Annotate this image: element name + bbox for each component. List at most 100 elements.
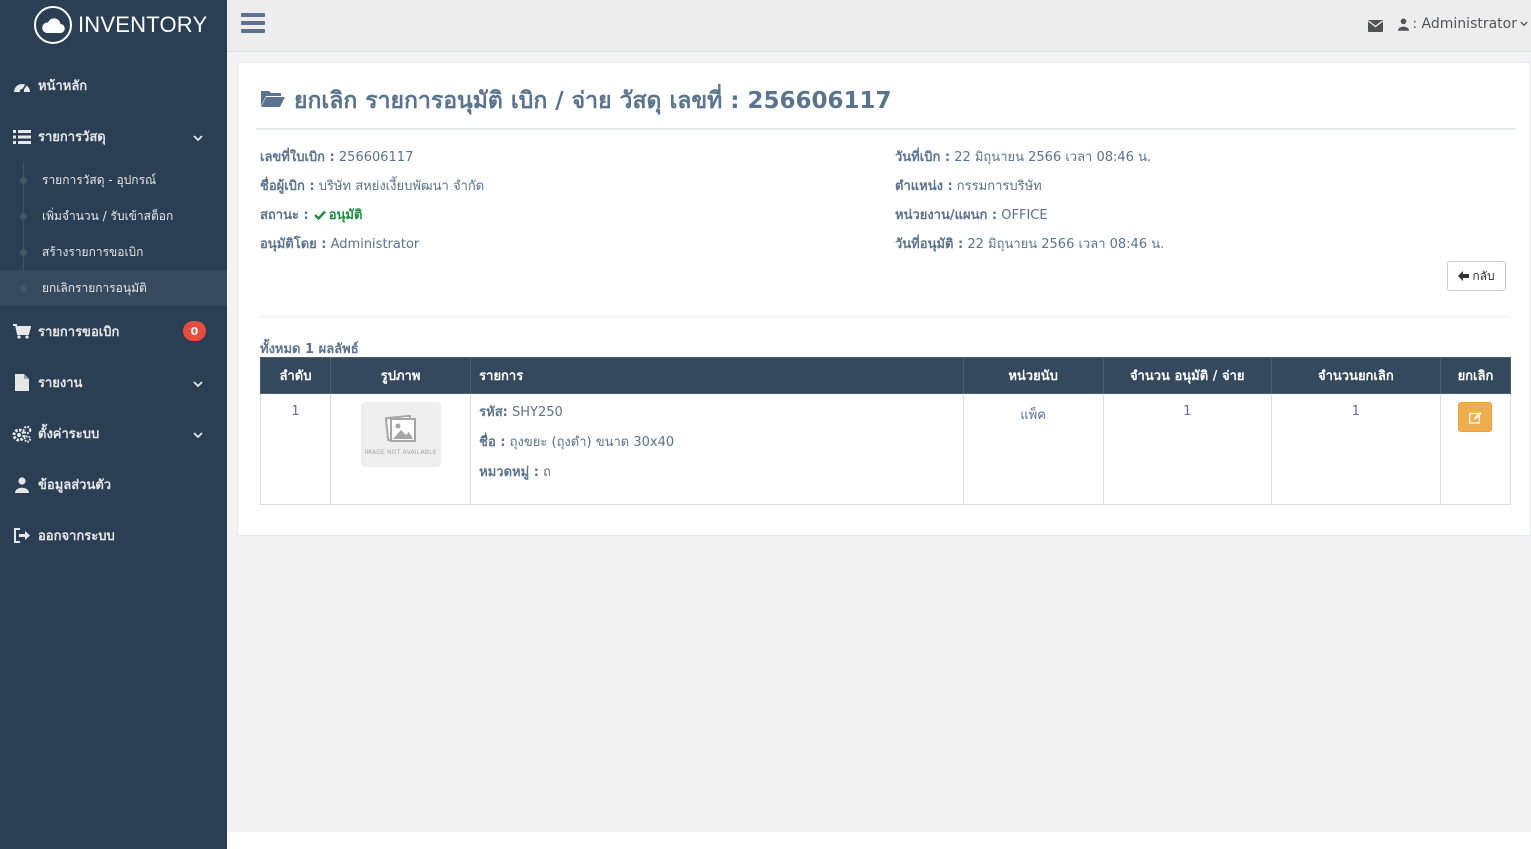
items-table: ลำดับ รูปภาพ รายการ หน่วยนับ จำนวน อนุมั… [259, 357, 1512, 505]
submenu-item-add-stock[interactable]: เพิ่มจำนวน / รับเข้าสต็อก [0, 198, 227, 234]
brand-name: INVENTORY [78, 12, 208, 37]
sign-out-icon [12, 526, 32, 546]
chevron-down-icon [193, 428, 203, 443]
submenu-item-label: ยกเลิกรายการอนุมัติ [42, 280, 147, 295]
chevron-down-icon [1520, 21, 1528, 27]
file-icon [12, 373, 32, 393]
brand[interactable]: INVENTORY [0, 0, 227, 50]
sidebar-item-reports[interactable]: รายงาน [0, 357, 227, 408]
col-header-cancel: ยกเลิก [1439, 357, 1512, 394]
approve-date-label: วันที่อนุมัติ : [895, 237, 964, 252]
item-image-placeholder: IMAGE NOT AVAILABLE [360, 402, 441, 467]
item-name: ชื่อ : ถุงขยะ (ถุงดำ) ขนาด 30x40 [479, 434, 954, 464]
col-header-unit: หน่วยนับ [962, 357, 1104, 394]
submenu-item-label: รายการวัสดุ - อุปกรณ์ [42, 172, 157, 187]
user-icon [1398, 18, 1410, 31]
dashboard-icon [12, 76, 32, 96]
sidebar-item-settings[interactable]: ตั้งค่าระบบ [0, 408, 227, 459]
folder-open-icon [260, 88, 286, 114]
sidebar-item-profile[interactable]: ข้อมูลส่วนตัว [0, 459, 227, 510]
footer [227, 832, 1531, 849]
requester-label: ชื่อผู้เบิก : [260, 179, 315, 194]
section-divider [260, 316, 1510, 317]
sidebar-item-label: รายการวัสดุ [38, 130, 106, 145]
edit-icon [1469, 411, 1482, 424]
sidebar-item-label: ออกจากระบบ [38, 529, 115, 544]
page-title-text: ยกเลิก รายการอนุมัติ เบิก / จ่าย วัสดุ เ… [294, 88, 892, 114]
page-title: ยกเลิก รายการอนุมัติ เบิก / จ่าย วัสดุ เ… [260, 83, 892, 119]
col-header-image: รูปภาพ [330, 357, 472, 394]
request-date: วันที่เบิก : 22 มิถุนายน 2566 เวลา 08:46… [895, 146, 1151, 167]
doc-number: เลขที่ใบเบิก : 256606117 [260, 146, 413, 167]
col-header-no: ลำดับ [259, 357, 332, 394]
item-category: หมวดหมู่ : ถ [479, 464, 954, 494]
image-caption: IMAGE NOT AVAILABLE [364, 449, 437, 456]
user-menu[interactable]: : Administrator [1398, 16, 1528, 32]
approver: อนุมัติโดย : Administrator [260, 233, 419, 254]
image-icon [384, 413, 417, 445]
sidebar-item-materials[interactable]: รายการวัสดุ [0, 111, 227, 162]
chevron-down-icon [193, 131, 203, 146]
item-category-label: หมวดหมู่ : [479, 465, 539, 480]
sidebar-item-label: ตั้งค่าระบบ [38, 427, 100, 442]
status: สถานะ : อนุมัติ [260, 204, 362, 225]
sidebar-item-label: รายงาน [38, 376, 83, 391]
item-name-label: ชื่อ : [479, 435, 506, 450]
requester: ชื่อผู้เบิก : บริษัท สหย่งเงี้ยบพัฒนา จำ… [260, 175, 484, 196]
user-icon [12, 475, 32, 495]
result-count: ทั้งหมด 1 ผลลัพธ์ [260, 342, 359, 357]
col-header-item: รายการ [470, 357, 964, 394]
sidebar-item-home[interactable]: หน้าหลัก [0, 60, 227, 111]
col-header-approved-qty: จำนวน อนุมัติ / จ่าย [1102, 357, 1272, 394]
cell-item-detail: รหัส: SHY250 ชื่อ : ถุงขยะ (ถุงดำ) ขนาด … [470, 393, 964, 505]
cell-cancel-action [1439, 393, 1512, 505]
gears-icon [12, 424, 32, 444]
approve-date: วันที่อนุมัติ : 22 มิถุนายน 2566 เวลา 08… [895, 233, 1164, 254]
sidebar-item-label: ข้อมูลส่วนตัว [38, 478, 112, 493]
arrow-left-icon [1458, 271, 1470, 281]
item-code-label: รหัส: [479, 405, 508, 420]
check-icon [313, 210, 326, 220]
item-code: รหัส: SHY250 [479, 404, 954, 434]
cloud-icon [34, 6, 72, 44]
status-label: สถานะ : [260, 208, 309, 223]
approver-label: อนุมัติโดย : [260, 237, 327, 252]
position: ตำแหน่ง : กรรมการบริษัท [895, 175, 1042, 196]
request-date-label: วันที่เบิก : [895, 150, 951, 165]
chevron-down-icon [193, 377, 203, 392]
cancel-edit-button[interactable] [1458, 402, 1493, 432]
user-name: : Administrator [1412, 16, 1517, 32]
doc-number-label: เลขที่ใบเบิก : [260, 150, 335, 165]
status-value: อนุมัติ [328, 208, 363, 223]
department-label: หน่วยงาน/แผนก : [895, 208, 998, 223]
approve-date-value: 22 มิถุนายน 2566 เวลา 08:46 น. [967, 237, 1165, 252]
submenu-item-materials-equipment[interactable]: รายการวัสดุ - อุปกรณ์ [0, 162, 227, 198]
table-row: 1 IMAGE NOT AVAILABLE รหัส: SHY250 ชื่อ … [259, 393, 1512, 505]
department-value: OFFICE [1001, 208, 1048, 223]
requester-value: บริษัท สหย่งเงี้ยบพัฒนา จำกัด [318, 179, 485, 194]
item-code-value: SHY250 [511, 405, 563, 420]
back-button[interactable]: กลับ [1447, 261, 1506, 291]
list-icon [12, 127, 32, 147]
position-label: ตำแหน่ง : [895, 179, 953, 194]
cell-cancel-qty: 1 [1270, 393, 1441, 505]
submenu-item-cancel-approval[interactable]: ยกเลิกรายการอนุมัติ [0, 270, 227, 306]
item-name-value: ถุงขยะ (ถุงดำ) ขนาด 30x40 [509, 435, 675, 450]
cell-approved-qty: 1 [1102, 393, 1272, 505]
sidebar-item-logout[interactable]: ออกจากระบบ [0, 510, 227, 561]
approver-value: Administrator [330, 237, 420, 252]
sidebar: INVENTORY หน้าหลัก รายการวัสดุ รายการวัส… [0, 0, 227, 849]
envelope-icon[interactable] [1368, 17, 1383, 36]
title-divider [256, 128, 1516, 130]
department: หน่วยงาน/แผนก : OFFICE [895, 204, 1048, 225]
content-panel: ยกเลิก รายการอนุมัติ เบิก / จ่าย วัสดุ เ… [237, 62, 1531, 536]
top-navbar: : Administrator [227, 0, 1531, 52]
request-count-badge: 0 [183, 321, 206, 341]
sidebar-item-requests[interactable]: รายการขอเบิก 0 [0, 306, 227, 357]
submenu-item-label: เพิ่มจำนวน / รับเข้าสต็อก [42, 208, 174, 223]
submenu-item-create-request[interactable]: สร้างรายการขอเบิก [0, 234, 227, 270]
request-date-value: 22 มิถุนายน 2566 เวลา 08:46 น. [954, 150, 1152, 165]
item-category-value: ถ [543, 465, 551, 480]
menu-toggle-icon[interactable] [241, 13, 265, 35]
materials-submenu: รายการวัสดุ - อุปกรณ์ เพิ่มจำนวน / รับเข… [0, 162, 227, 306]
